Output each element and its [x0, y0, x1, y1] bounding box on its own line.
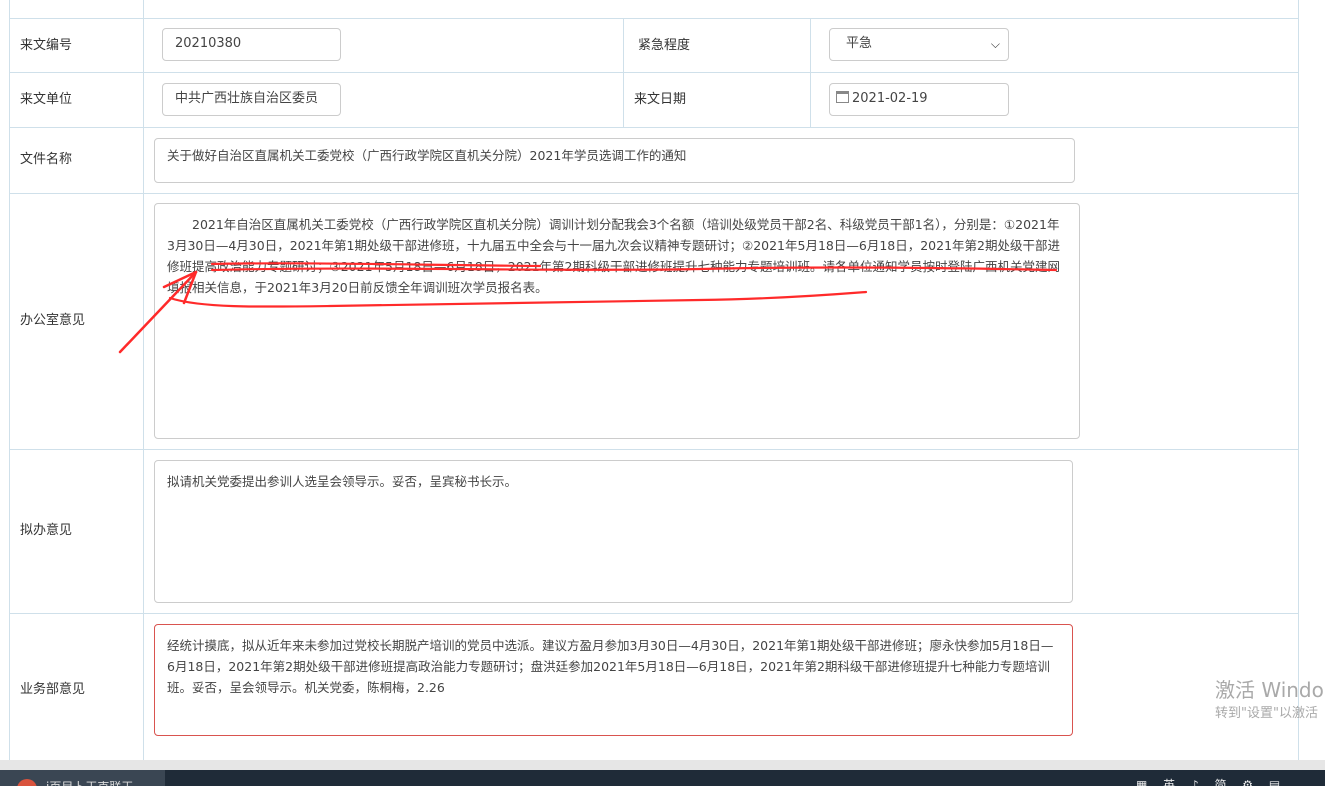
- doc-date-label: 来文日期: [634, 92, 687, 107]
- chevron-down-icon: ⌵: [990, 37, 1000, 51]
- activation-watermark-title: 激活 Windo: [1215, 678, 1324, 702]
- grid-line-row1: [9, 72, 1299, 73]
- business-opinion-label: 业务部意见: [20, 682, 86, 697]
- file-name-textarea[interactable]: 关于做好自治区直属机关工委党校（广西行政学院区直机关分院）2021年学员选调工作…: [154, 138, 1075, 183]
- doc-date-value: 2021-02-19: [852, 91, 928, 106]
- doc-number-input[interactable]: 20210380: [162, 28, 341, 61]
- doc-date-input[interactable]: 2021-02-19: [829, 83, 1009, 116]
- activation-watermark-subtitle: 转到"设置"以激活: [1215, 706, 1318, 721]
- grid-line-right: [1298, 0, 1299, 760]
- grid-line-row4: [9, 449, 1299, 450]
- document-form: 来文编号 20210380 紧急程度 平急 ⌵ 来文单位 中共广西壮族自治区委员…: [0, 0, 1325, 760]
- taskbar-app-label: i页目卜干克联王: [46, 778, 133, 786]
- office-opinion-label: 办公室意见: [20, 313, 86, 328]
- grid-line-row0: [9, 18, 1299, 19]
- office-opinion-textarea[interactable]: 2021年自治区直属机关工委党校（广西行政学院区直机关分院）调训计划分配我会3个…: [154, 203, 1080, 439]
- doc-number-label: 来文编号: [20, 38, 73, 53]
- source-unit-label: 来文单位: [20, 92, 73, 107]
- source-unit-input[interactable]: 中共广西壮族自治区委员: [162, 83, 341, 116]
- calendar-icon: [836, 91, 849, 103]
- horizontal-scrollbar[interactable]: [0, 760, 1325, 770]
- taskbar-app-item[interactable]: i页目卜干克联王: [0, 770, 165, 786]
- business-opinion-textarea[interactable]: 经统计摸底，拟从近年来未参加过党校长期脱产培训的党员中选派。建议方盈月参加3月3…: [154, 624, 1073, 736]
- urgency-select[interactable]: 平急 ⌵: [829, 28, 1009, 61]
- grid-line-row5: [9, 613, 1299, 614]
- grid-line-mid: [623, 18, 624, 128]
- grid-line-row3: [9, 193, 1299, 194]
- draft-opinion-textarea[interactable]: 拟请机关党委提出参训人选呈会领导示。妥否，呈宾秘书长示。: [154, 460, 1073, 603]
- urgency-value: 平急: [846, 36, 873, 51]
- system-tray[interactable]: ▦ 英 ♪ 简 ⚙ ▤: [1136, 776, 1286, 786]
- grid-line-left: [9, 0, 10, 760]
- grid-line-row2: [9, 127, 1299, 128]
- grid-line-mid2: [810, 18, 811, 128]
- taskbar: i页目卜干克联王 ▦ 英 ♪ 简 ⚙ ▤: [0, 770, 1325, 786]
- urgency-label: 紧急程度: [638, 38, 691, 53]
- grid-line-label-col: [143, 0, 144, 760]
- draft-opinion-label: 拟办意见: [20, 523, 73, 538]
- file-name-label: 文件名称: [20, 152, 73, 167]
- app-icon: [17, 779, 37, 786]
